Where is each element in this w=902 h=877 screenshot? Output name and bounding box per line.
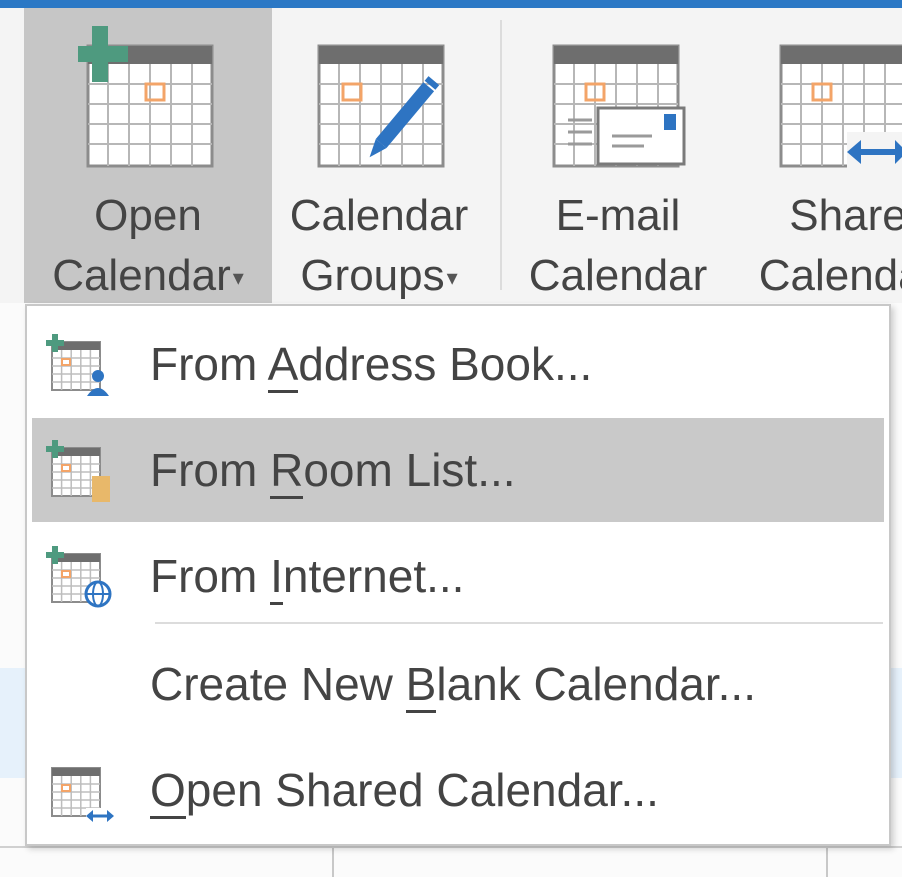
email-calendar-label: E-mail Calendar <box>528 191 708 300</box>
menu-item-label: From Internet... <box>150 524 464 628</box>
calendar-grid-divider <box>826 848 828 877</box>
room-list-calendar-icon <box>46 440 110 502</box>
calendar-groups-button[interactable]: Calendar Groups▾ <box>274 8 484 304</box>
calendar-grid-line <box>0 846 902 848</box>
chevron-down-icon: ▾ <box>232 265 244 291</box>
shared-calendar-icon <box>51 767 114 822</box>
calendar-grid-divider <box>332 848 334 877</box>
calendar-groups-label: Calendar Groups▾ <box>289 191 469 300</box>
menu-item-label: From Address Book... <box>150 312 592 416</box>
menu-separator <box>155 622 883 624</box>
menu-item-from-room-list[interactable]: From Room List... <box>32 418 884 522</box>
internet-calendar-icon <box>46 546 112 608</box>
share-calendar-label: Share Calendar <box>758 191 902 300</box>
menu-item-label: From Room List... <box>150 418 516 522</box>
open-calendar-button[interactable]: Open Calendar▾ <box>24 8 272 304</box>
menu-item-label: Open Shared Calendar... <box>150 738 659 842</box>
menu-item-from-internet[interactable]: From Internet... <box>32 524 884 628</box>
address-book-calendar-icon <box>46 334 109 396</box>
email-calendar-icon <box>552 44 686 168</box>
email-calendar-button[interactable]: E-mail Calendar <box>512 8 724 304</box>
share-calendar-icon <box>779 44 902 172</box>
add-calendar-icon <box>78 26 214 168</box>
open-calendar-menu: From Address Book... From Room List... F… <box>25 304 891 846</box>
ribbon-top-accent <box>0 0 902 8</box>
chevron-down-icon: ▾ <box>446 265 458 291</box>
menu-item-from-address-book[interactable]: From Address Book... <box>32 312 884 416</box>
share-calendar-button[interactable]: Share Calendar <box>728 8 902 304</box>
menu-item-create-new-blank-calendar[interactable]: Create New Blank Calendar... <box>32 632 884 736</box>
menu-item-open-shared-calendar[interactable]: Open Shared Calendar... <box>32 738 884 842</box>
ribbon-group-separator <box>500 20 502 290</box>
open-calendar-label: Open Calendar▾ <box>52 191 244 300</box>
calendar-groups-icon <box>317 44 445 168</box>
menu-item-label: Create New Blank Calendar... <box>150 632 756 736</box>
